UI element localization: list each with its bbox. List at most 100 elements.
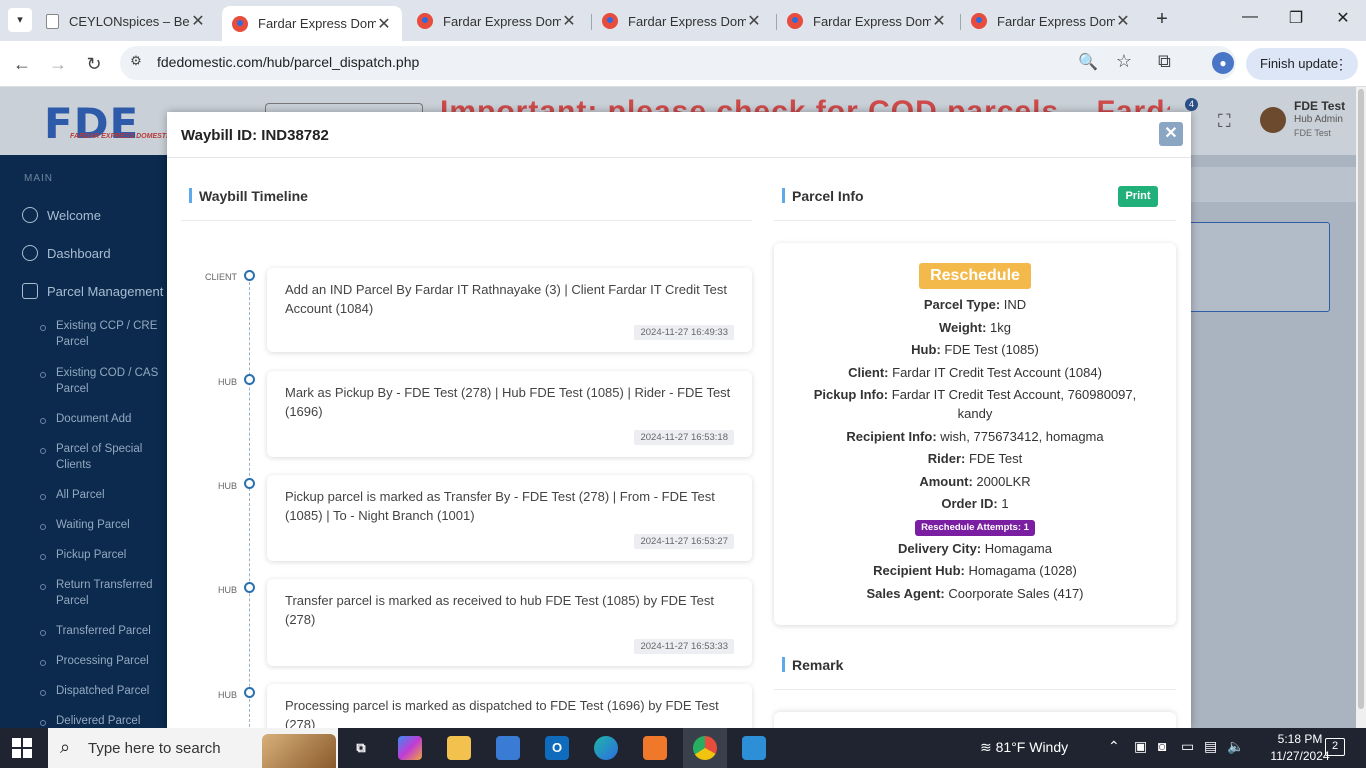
browser-tab-bar: ▾ CEYLONspices – Best ✕ Fardar Express D… [0, 0, 1366, 41]
notification-center-icon[interactable]: 2 [1325, 738, 1345, 756]
browser-tab[interactable]: Fardar Express Dome ✕ [777, 6, 957, 36]
chrome-icon[interactable] [693, 736, 717, 760]
print-button[interactable]: Print [1118, 186, 1158, 207]
timeline-text: Add an IND Parcel By Fardar IT Rathnayak… [285, 282, 727, 316]
content-panel [1180, 222, 1330, 312]
close-tab-icon[interactable]: ✕ [931, 11, 947, 31]
document-icon [46, 13, 59, 29]
notification-badge[interactable]: 4 [1185, 98, 1198, 111]
address-bar[interactable]: ⚙ fdedomestic.com/hub/parcel_dispatch.ph… [120, 46, 1236, 80]
network-icon[interactable]: ▤ [1204, 738, 1217, 755]
restore-icon[interactable]: ❐ [1284, 8, 1308, 28]
close-tab-icon[interactable]: ✕ [190, 11, 206, 31]
tray-chevron-icon[interactable]: ⌃ [1108, 738, 1120, 755]
extensions-icon[interactable]: ⧉ [1158, 51, 1171, 72]
browser-tab[interactable]: Fardar Express Dome ✕ [407, 6, 587, 36]
photos-icon[interactable] [742, 736, 766, 760]
clock-date: 11/27/2024 [1270, 749, 1330, 763]
close-window-icon[interactable]: ✕ [1331, 8, 1355, 28]
info-row-recipient-hub: Recipient Hub: Homagama (1028) [873, 563, 1077, 578]
sidebar-subitem[interactable]: Delivered Parcel [40, 713, 164, 728]
info-row-delivery-city: Delivery City: Homagama [898, 541, 1052, 556]
timeline-card: Add an IND Parcel By Fardar IT Rathnayak… [267, 268, 752, 352]
sidebar-subitem[interactable]: Pickup Parcel [40, 547, 164, 563]
task-view-icon[interactable]: ⧉ [349, 736, 373, 760]
forward-icon[interactable]: → [45, 51, 71, 77]
cloud-icon [22, 207, 38, 223]
timeline-timestamp: 2024-11-27 16:53:33 [634, 639, 734, 654]
info-row-rider: Rider: FDE Test [927, 451, 1023, 466]
back-icon[interactable]: ← [9, 51, 35, 77]
edge-icon[interactable] [594, 736, 618, 760]
bookmark-star-icon[interactable]: ☆ [1116, 51, 1132, 72]
divider [774, 689, 1176, 690]
browser-tab-active[interactable]: Fardar Express Dome ✕ [222, 6, 402, 41]
sidebar-subitem[interactable]: Waiting Parcel [40, 517, 164, 533]
close-tab-icon[interactable]: ✕ [376, 14, 392, 34]
xampp-icon[interactable] [643, 736, 667, 760]
sidebar-subitem[interactable]: Existing COD / CAS Parcel [40, 365, 164, 397]
sidebar-subitem[interactable]: Parcel of Special Clients [40, 441, 164, 473]
scrollbar-thumb[interactable] [1358, 89, 1364, 709]
windows-start-icon[interactable] [12, 738, 32, 758]
sidebar-subitem[interactable]: Processing Parcel [40, 653, 164, 669]
modal-header: Waybill ID: IND38782 ✕ [167, 112, 1191, 158]
divider [774, 220, 1176, 221]
camera-icon[interactable]: ◙ [1158, 738, 1166, 754]
tab-title: Fardar Express Dome [628, 13, 746, 29]
finish-update-button[interactable]: Finish update ⋮ [1246, 48, 1358, 80]
sidebar-subitem[interactable]: Document Add [40, 411, 164, 427]
copilot-icon[interactable] [398, 736, 422, 760]
sidebar-item-parcel-management[interactable]: Parcel Management [22, 283, 163, 299]
browser-tab[interactable]: CEYLONspices – Best ✕ [36, 6, 216, 36]
weather-widget[interactable]: ≋ 81°F Windy [980, 739, 1068, 756]
parcel-info-section-title: Parcel Info [782, 188, 864, 204]
timeline-section-title: Waybill Timeline [189, 188, 308, 204]
new-tab-icon[interactable]: + [1150, 8, 1174, 31]
browser-tab[interactable]: Fardar Express Dome ✕ [592, 6, 772, 36]
timeline-role: HUB [217, 481, 237, 491]
modal-close-button[interactable]: ✕ [1159, 122, 1183, 146]
outlook-icon[interactable]: O [545, 736, 569, 760]
fde-favicon-icon [417, 13, 433, 29]
clock-time: 5:18 PM [1277, 732, 1323, 746]
sidebar-subitem[interactable]: Existing CCP / CRE Parcel [40, 318, 164, 350]
url-text[interactable]: fdedomestic.com/hub/parcel_dispatch.php [157, 54, 419, 70]
sidebar-subitem[interactable]: Dispatched Parcel [40, 683, 164, 699]
battery-icon[interactable]: ▭ [1181, 738, 1194, 755]
browser-tab[interactable]: Fardar Express Dome ✕ [961, 6, 1141, 36]
sidebar-item-label: Welcome [47, 207, 101, 223]
timeline-text: Processing parcel is marked as dispatche… [285, 698, 719, 728]
taskbar-clock[interactable]: 5:18 PM 11/27/2024 [1270, 731, 1330, 765]
zoom-icon[interactable]: 🔍 [1078, 52, 1098, 72]
taskbar-search-box[interactable]: ⌕ Type here to search [48, 728, 338, 768]
sidebar-section-label: MAIN [24, 173, 53, 184]
meet-now-icon[interactable]: ▣ [1134, 738, 1147, 755]
sidebar-item-welcome[interactable]: Welcome [22, 207, 101, 223]
search-icon: ⌕ [60, 737, 71, 757]
info-row-client: Client: Fardar IT Credit Test Account (1… [848, 365, 1102, 380]
reload-icon[interactable]: ↻ [81, 51, 107, 77]
close-tab-icon[interactable]: ✕ [1115, 11, 1131, 31]
fullscreen-icon[interactable]: ⛶ [1218, 111, 1231, 132]
user-avatar[interactable] [1260, 107, 1286, 133]
sidebar-subitem[interactable]: All Parcel [40, 487, 164, 503]
profile-avatar-icon[interactable]: ● [1212, 52, 1234, 74]
weather-text: 81°F Windy [995, 739, 1069, 755]
minimize-icon[interactable]: — [1238, 8, 1262, 26]
close-tab-icon[interactable]: ✕ [746, 11, 762, 31]
fde-favicon-icon [602, 13, 618, 29]
site-info-icon[interactable]: ⚙ [126, 53, 146, 73]
microsoft-store-icon[interactable] [496, 736, 520, 760]
close-tab-icon[interactable]: ✕ [561, 11, 577, 31]
timeline-timestamp: 2024-11-27 16:53:18 [634, 430, 734, 445]
volume-icon[interactable]: 🔈 [1227, 738, 1244, 755]
sidebar-subitem[interactable]: Transferred Parcel [40, 623, 164, 639]
divider [181, 220, 752, 221]
tab-search-button[interactable]: ▾ [8, 8, 32, 32]
file-explorer-icon[interactable] [447, 736, 471, 760]
sidebar-item-dashboard[interactable]: Dashboard [22, 245, 111, 261]
sidebar-subitem[interactable]: Return Transferred Parcel [40, 577, 164, 609]
parcel-info-card: Reschedule Parcel Type: IND Weight: 1kg … [774, 243, 1176, 625]
logo-tagline: FARDAR EXPRESS DOMESTIC [70, 133, 174, 140]
